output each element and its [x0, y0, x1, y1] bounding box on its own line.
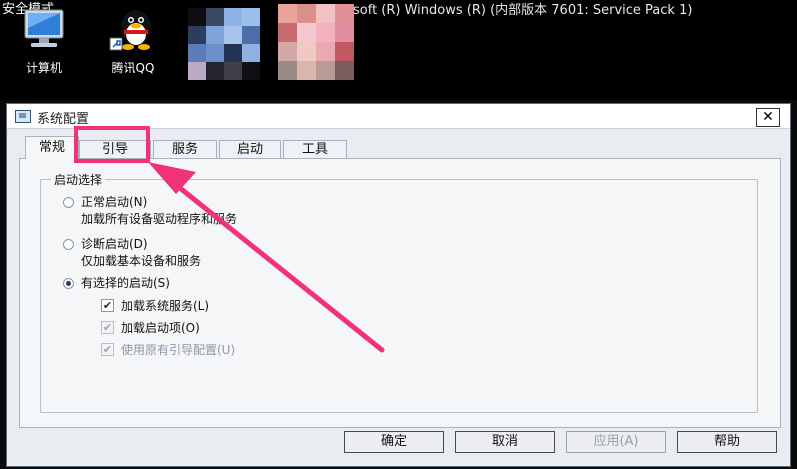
- pointer-arrow-icon: [148, 162, 385, 353]
